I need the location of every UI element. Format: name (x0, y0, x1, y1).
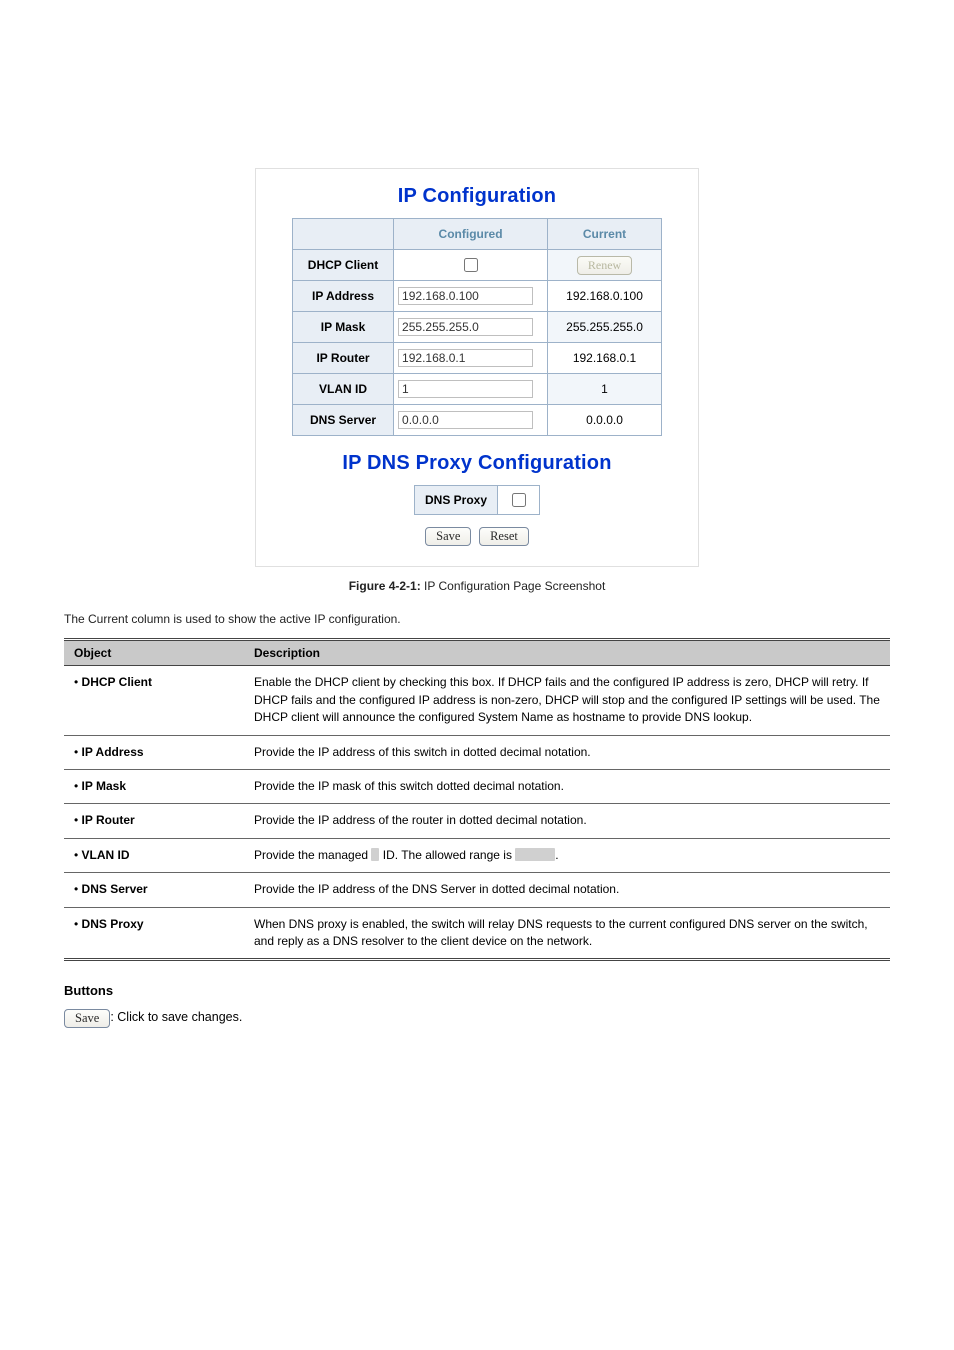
desc-row-dhcp: • DHCP Client Enable the DHCP client by … (64, 666, 890, 735)
figure-caption: Figure 4-2-1: IP Configuration Page Scre… (64, 579, 890, 593)
header-current: Current (548, 219, 662, 250)
figure-caption-text: IP Configuration Page Screenshot (421, 579, 606, 593)
desc-row-ip: • IP Address Provide the IP address of t… (64, 735, 890, 769)
obj-ip-router: IP Router (82, 813, 135, 827)
ip-router-input[interactable] (398, 349, 533, 367)
desc-dns-server: Provide the IP address of the DNS Server… (244, 873, 890, 907)
obj-ip-address: IP Address (82, 745, 144, 759)
obj-ip-mask: IP Mask (82, 779, 126, 793)
vlan-id-current: 1 (548, 374, 662, 405)
label-dhcp-client: DHCP Client (293, 250, 394, 281)
dns-proxy-checkbox[interactable] (512, 493, 526, 507)
figure-caption-prefix: Figure 4-2-1: (349, 579, 421, 593)
buttons-section: Buttons Save: Click to save changes. (64, 983, 890, 1028)
header-configured: Configured (394, 219, 548, 250)
ip-config-table: Configured Current DHCP Client Renew IP … (292, 218, 662, 436)
header-blank (293, 219, 394, 250)
obj-dns-proxy: DNS Proxy (82, 917, 144, 931)
obj-vlan-id: VLAN ID (82, 848, 130, 862)
obj-dns-server: DNS Server (82, 882, 148, 896)
dns-server-current: 0.0.0.0 (548, 405, 662, 436)
row-mask: IP Mask 255.255.255.0 (293, 312, 662, 343)
description-table: Object Description • DHCP Client Enable … (64, 638, 890, 961)
label-ip-router: IP Router (293, 343, 394, 374)
desc-ip-mask: Provide the IP mask of this switch dotte… (244, 769, 890, 803)
ip-address-current: 192.168.0.100 (548, 281, 662, 312)
label-dns-server: DNS Server (293, 405, 394, 436)
ip-router-current: 192.168.0.1 (548, 343, 662, 374)
desc-ip-address: Provide the IP address of this switch in… (244, 735, 890, 769)
desc-row-mask: • IP Mask Provide the IP mask of this sw… (64, 769, 890, 803)
intro-paragraph: The Current column is used to show the a… (64, 611, 890, 628)
desc-dhcp-client: Enable the DHCP client by checking this … (244, 666, 890, 735)
obj-dhcp-client: DHCP Client (82, 675, 152, 689)
ip-address-input[interactable] (398, 287, 533, 305)
dns-server-input[interactable] (398, 411, 533, 429)
desc-vlan-id: Provide the managed ID. The allowed rang… (244, 838, 890, 872)
renew-button: Renew (577, 256, 632, 275)
ip-config-title: IP Configuration (272, 185, 682, 208)
obscured-range-icon (515, 848, 555, 861)
vlan-id-input[interactable] (398, 380, 533, 398)
save-button-desc: : Click to save changes. (110, 1010, 242, 1024)
buttons-heading: Buttons (64, 983, 890, 998)
label-dns-proxy: DNS Proxy (414, 486, 497, 515)
ip-mask-input[interactable] (398, 318, 533, 336)
reset-button[interactable]: Reset (479, 527, 529, 546)
desc-header-object: Object (64, 640, 244, 666)
desc-dns-proxy: When DNS proxy is enabled, the switch wi… (244, 907, 890, 960)
dns-proxy-table: DNS Proxy (414, 485, 540, 515)
row-vlan: VLAN ID 1 (293, 374, 662, 405)
label-ip-address: IP Address (293, 281, 394, 312)
ip-mask-current: 255.255.255.0 (548, 312, 662, 343)
dhcp-client-checkbox[interactable] (464, 258, 478, 272)
desc-row-dns: • DNS Server Provide the IP address of t… (64, 873, 890, 907)
desc-row-vlan: • VLAN ID Provide the managed ID. The al… (64, 838, 890, 872)
dns-proxy-title: IP DNS Proxy Configuration (272, 452, 682, 475)
label-ip-mask: IP Mask (293, 312, 394, 343)
desc-ip-router: Provide the IP address of the router in … (244, 804, 890, 838)
save-button-doc[interactable]: Save (64, 1009, 110, 1028)
row-dns: DNS Server 0.0.0.0 (293, 405, 662, 436)
save-button[interactable]: Save (425, 527, 471, 546)
desc-row-dnsproxy: • DNS Proxy When DNS proxy is enabled, t… (64, 907, 890, 960)
ip-config-panel: IP Configuration Configured Current DHCP… (255, 168, 699, 567)
row-router: IP Router 192.168.0.1 (293, 343, 662, 374)
row-dhcp: DHCP Client Renew (293, 250, 662, 281)
desc-header-description: Description (244, 640, 890, 666)
desc-row-router: • IP Router Provide the IP address of th… (64, 804, 890, 838)
label-vlan-id: VLAN ID (293, 374, 394, 405)
row-ip: IP Address 192.168.0.100 (293, 281, 662, 312)
